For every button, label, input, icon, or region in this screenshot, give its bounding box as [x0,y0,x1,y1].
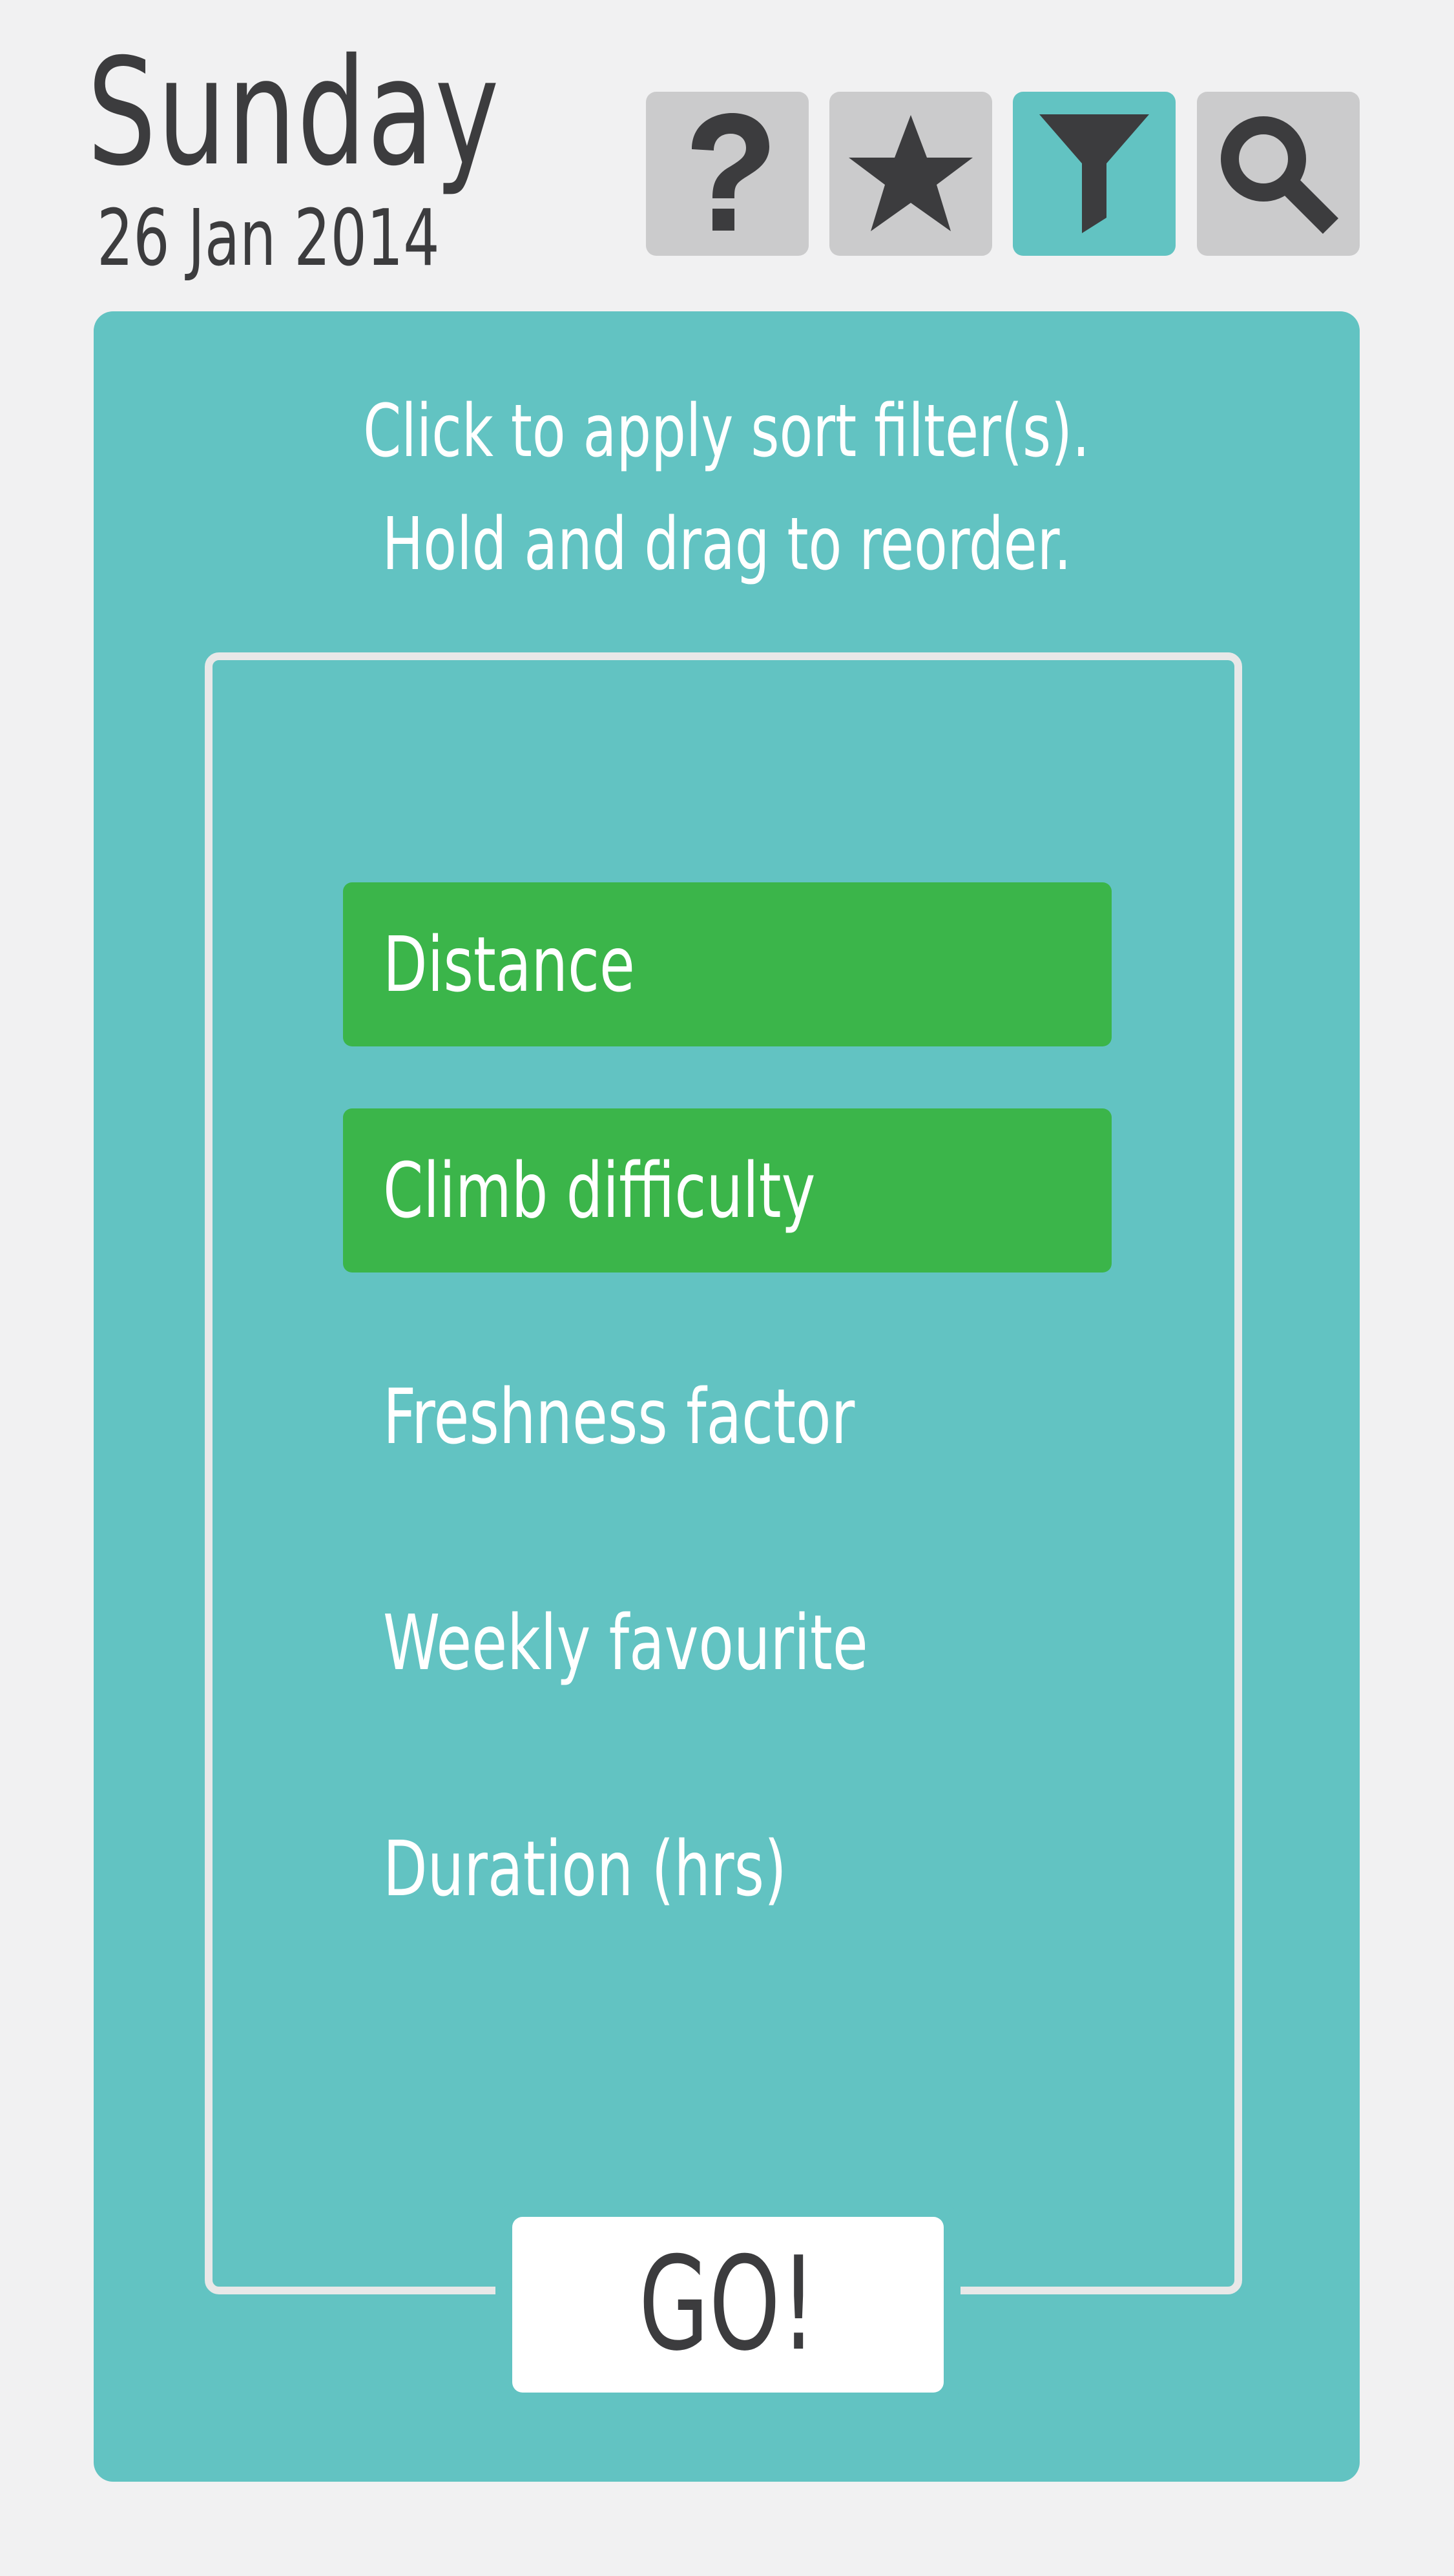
help-button[interactable] [646,92,809,256]
instruction-line-2: Hold and drag to reorder. [382,503,1072,587]
search-button[interactable] [1197,92,1360,256]
go-label: GO! [639,2229,817,2380]
question-mark-icon [692,113,769,231]
filter-item-weekly-favourite[interactable]: Weekly favourite [343,1561,1112,1725]
filter-funnel-icon [1039,114,1149,233]
instruction-line-1: Click to apply sort filter(s). [363,390,1090,473]
search-magnifier-icon [1221,116,1339,234]
filter-label: Weekly favourite [383,1598,868,1687]
filter-label: Freshness factor [383,1372,855,1461]
filter-item-climb-difficulty[interactable]: Climb difficulty [343,1108,1112,1272]
day-title: Sunday [87,26,501,198]
filter-item-distance[interactable]: Distance [343,882,1112,1046]
go-button[interactable]: GO! [512,2217,944,2393]
favourites-button[interactable] [829,92,992,256]
filter-item-freshness-factor[interactable]: Freshness factor [343,1335,1112,1499]
filter-label: Climb difficulty [383,1146,816,1235]
filter-button[interactable] [1013,92,1176,256]
filter-item-duration[interactable]: Duration (hrs) [343,1787,1112,1951]
star-icon [849,115,973,231]
filter-label: Duration (hrs) [383,1824,787,1913]
sort-filter-panel: Click to apply sort filter(s). Hold and … [94,311,1360,2482]
date-label: 26 Jan 2014 [97,194,440,284]
filter-label: Distance [383,920,635,1009]
